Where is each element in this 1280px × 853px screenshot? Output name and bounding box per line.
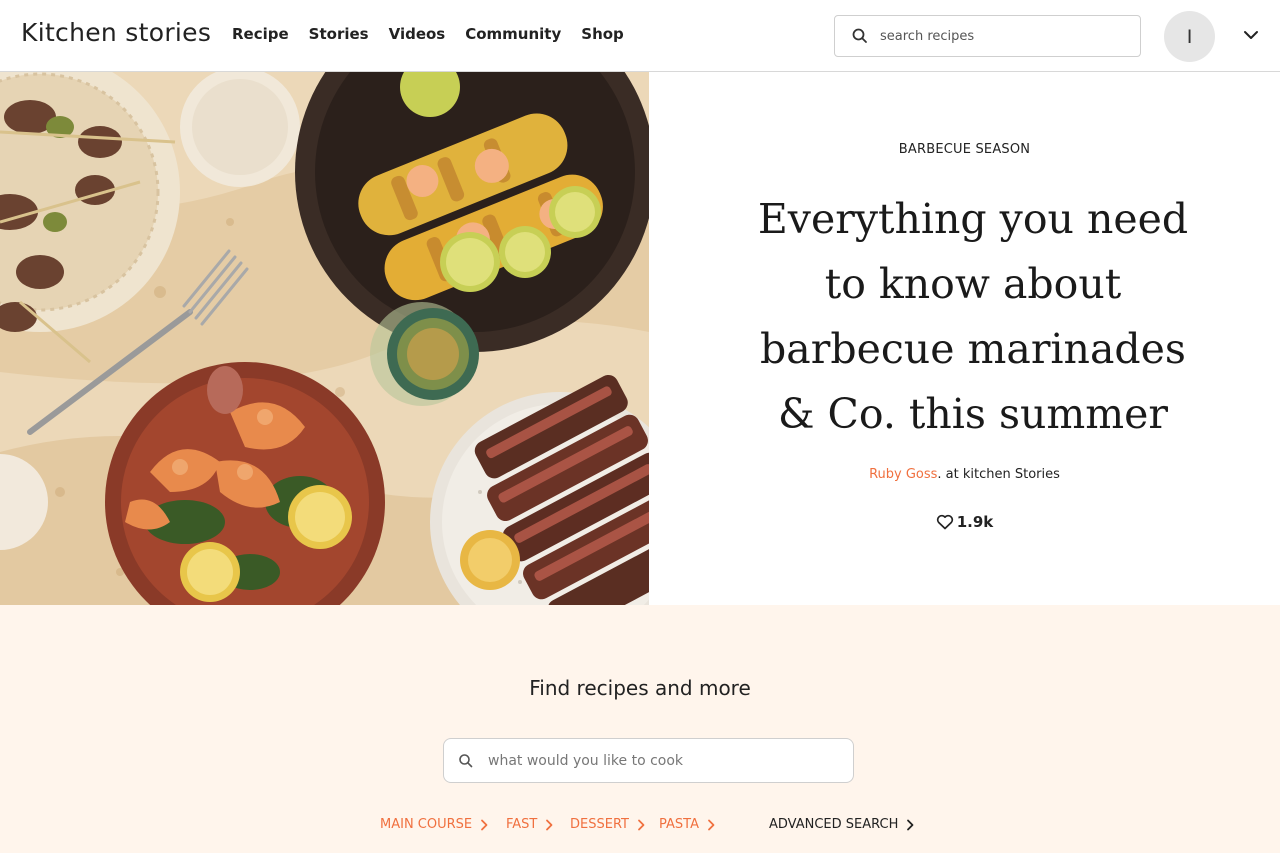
advanced-search-label: ADVANCED SEARCH [769,817,899,832]
category-pasta[interactable]: PASTA [659,817,715,832]
search-icon [459,754,473,768]
category-main-course[interactable]: MAIN COURSE [380,817,488,832]
category-fast[interactable]: FAST [506,817,553,832]
hero-image[interactable] [0,72,649,605]
recipe-search-box[interactable] [443,738,854,783]
main-nav: Recipe Stories Videos Community Shop [232,25,644,43]
article-category[interactable]: BARBECUE SEASON [649,142,1280,157]
nav-community[interactable]: Community [465,25,561,43]
barbecue-food-photo [0,72,649,605]
chevron-right-icon [638,819,645,830]
category-label: FAST [506,817,538,832]
chevron-right-icon [708,819,715,830]
hero-article-panel: BARBECUE SEASON Everything you need to k… [649,72,1280,605]
like-counter[interactable]: 1.9k [649,513,1280,531]
nav-recipe[interactable]: Recipe [232,25,289,43]
heart-icon[interactable] [936,514,954,530]
byline-suffix: . at kitchen Stories [937,467,1060,482]
advanced-search-link[interactable]: ADVANCED SEARCH [769,817,914,832]
article-byline: Ruby Goss. at kitchen Stories [649,467,1280,482]
find-recipes-section: Find recipes and more MAIN COURSE FAST D… [0,605,1280,853]
header-search-box[interactable] [834,15,1141,57]
category-label: PASTA [659,817,699,832]
find-recipes-title: Find recipes and more [529,676,751,700]
nav-shop[interactable]: Shop [581,25,624,43]
chevron-right-icon [907,819,914,830]
search-icon [852,28,867,43]
user-avatar[interactable]: I [1164,11,1215,62]
chevron-right-icon [546,819,553,830]
article-headline[interactable]: Everything you need to know about barbec… [739,187,1207,447]
category-links: MAIN COURSE FAST DESSERT PASTA ADVANCED … [0,817,1280,837]
recipe-search-input[interactable] [488,750,838,772]
chevron-down-icon[interactable] [1242,28,1260,42]
header-search-input[interactable] [880,26,1130,46]
site-header: Kitchen stories Recipe Stories Videos Co… [0,0,1280,72]
nav-stories[interactable]: Stories [309,25,369,43]
site-logo[interactable]: Kitchen stories [21,18,211,47]
like-count: 1.9k [956,513,994,531]
category-dessert[interactable]: DESSERT [570,817,645,832]
nav-videos[interactable]: Videos [389,25,446,43]
category-label: DESSERT [570,817,629,832]
category-label: MAIN COURSE [380,817,473,832]
author-link[interactable]: Ruby Goss [869,467,937,482]
chevron-right-icon [481,819,488,830]
